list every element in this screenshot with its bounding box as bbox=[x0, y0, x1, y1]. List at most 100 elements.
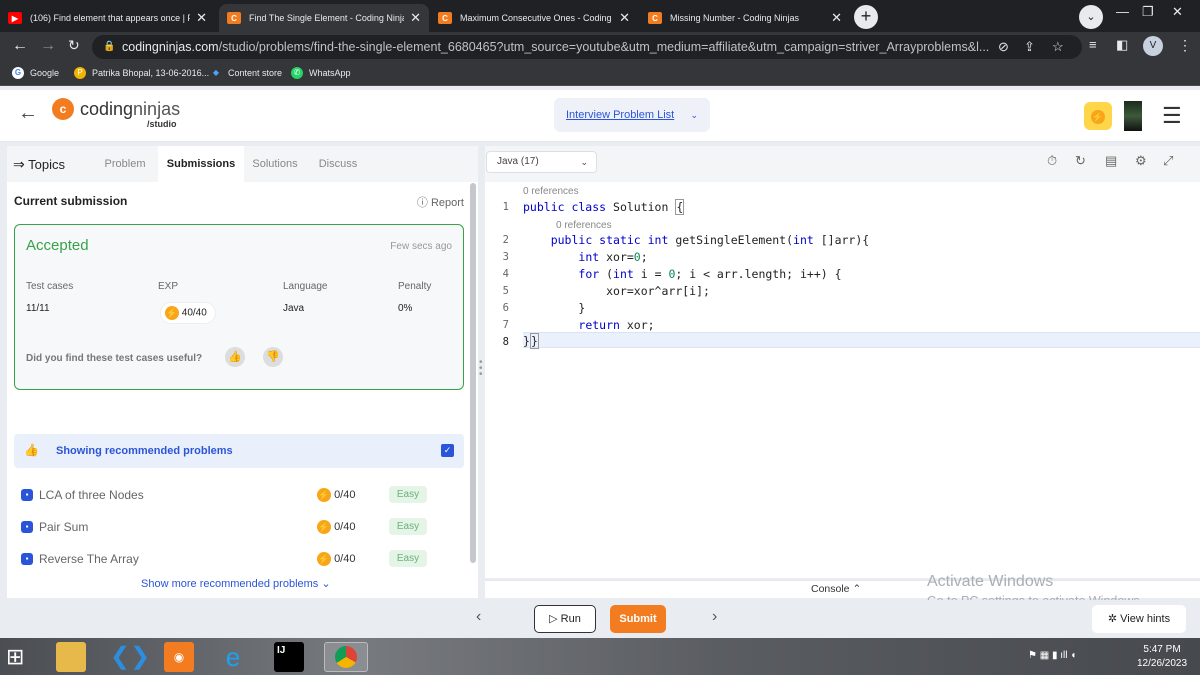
no-tracking-icon[interactable]: ⊘ bbox=[998, 35, 1009, 59]
back-arrow-icon[interactable]: ← bbox=[12, 37, 28, 55]
tab-search-button[interactable]: ⌄ bbox=[1079, 5, 1103, 29]
code-line[interactable]: for (int i = 0; i < arr.length; i++) { bbox=[523, 267, 841, 281]
close-icon[interactable]: ✕ bbox=[619, 10, 630, 26]
new-tab-button[interactable]: + bbox=[854, 5, 878, 29]
thumbs-up-icon[interactable]: 👍 bbox=[225, 347, 245, 367]
address-bar[interactable]: 🔒 codingninjas.com/studio/problems/find-… bbox=[92, 35, 1082, 59]
problem-name[interactable]: Pair Sum bbox=[39, 520, 88, 534]
col-language: Language bbox=[283, 281, 328, 292]
run-button[interactable]: ▷ Run bbox=[534, 605, 596, 633]
tab-submissions[interactable]: Submissions bbox=[158, 146, 244, 182]
layout-icon[interactable]: ▤ bbox=[1105, 153, 1117, 169]
code-line[interactable]: xor=xor^arr[i]; bbox=[523, 284, 710, 298]
tab-problem[interactable]: Problem bbox=[92, 146, 158, 182]
lightning-coin-icon: ⚡ bbox=[1091, 109, 1105, 124]
code-line[interactable]: public class Solution { bbox=[523, 199, 685, 215]
problem-icon: ▪ bbox=[21, 553, 33, 565]
browser-tab[interactable]: C Missing Number - Coding Ninjas ✕ bbox=[640, 4, 850, 32]
windows-start-icon[interactable]: ⊞ bbox=[6, 642, 36, 672]
status-accepted: Accepted bbox=[26, 237, 89, 254]
user-avatar[interactable] bbox=[1124, 101, 1142, 131]
timer-icon[interactable]: ⏱ bbox=[1047, 153, 1057, 169]
fullscreen-icon[interactable]: ⤢ bbox=[1163, 153, 1173, 169]
activate-windows-title: Activate Windows bbox=[927, 573, 1054, 590]
camera-app-icon[interactable]: ◉ bbox=[164, 642, 194, 672]
url-host: codingninjas.com bbox=[122, 40, 219, 54]
code-line[interactable]: }} bbox=[523, 333, 539, 349]
interview-problem-list-dropdown[interactable]: Interview Problem List ⌄ bbox=[554, 98, 710, 132]
codingninjas-logo-icon[interactable]: c bbox=[52, 98, 74, 120]
codelens-references[interactable]: 0 references bbox=[523, 186, 579, 197]
content-store-icon: ◆ bbox=[212, 68, 220, 77]
bookmark-whatsapp[interactable]: ✆ WhatsApp bbox=[291, 67, 351, 79]
view-hints-button[interactable]: ✲ View hints bbox=[1092, 605, 1186, 633]
problem-name[interactable]: LCA of three Nodes bbox=[39, 488, 144, 502]
thumbs-down-icon[interactable]: 👎 bbox=[263, 347, 283, 367]
tab-title: (106) Find element that appears once | F… bbox=[30, 13, 191, 23]
browser-toolbar: ← → ↻ 🔒 codingninjas.com/studio/problems… bbox=[0, 32, 1200, 62]
restore-icon[interactable]: ❐ bbox=[1142, 4, 1154, 20]
close-icon[interactable]: ✕ bbox=[831, 10, 842, 26]
browser-tab-active[interactable]: C Find The Single Element - Coding Ninja… bbox=[219, 4, 429, 32]
bookmark-content-store[interactable]: ◆ Content store bbox=[210, 67, 282, 79]
previous-problem-icon[interactable]: ‹ bbox=[476, 608, 481, 626]
brand-name[interactable]: codingninjas bbox=[80, 99, 180, 120]
topics-button[interactable]: ⇒ Topics bbox=[13, 146, 65, 182]
submit-button[interactable]: Submit bbox=[610, 605, 666, 633]
taskbar-clock[interactable]: 5:47 PM 12/26/2023 bbox=[1137, 643, 1187, 671]
recommended-item[interactable]: ▪ Pair Sum ⚡ 0/40 Easy bbox=[21, 518, 461, 538]
hamburger-menu-icon[interactable]: ☰ bbox=[1162, 103, 1182, 129]
profile-avatar[interactable]: V bbox=[1143, 36, 1163, 56]
left-panel-scrollbar[interactable] bbox=[470, 183, 476, 563]
settings-gear-icon[interactable]: ⚙ bbox=[1135, 153, 1147, 169]
language-value: Java (17) bbox=[497, 156, 539, 167]
tab-discuss[interactable]: Discuss bbox=[308, 146, 368, 182]
browser-tab[interactable]: C Maximum Consecutive Ones - Coding Ninj… bbox=[430, 4, 638, 32]
vscode-icon[interactable]: ❮❯ bbox=[110, 642, 150, 672]
file-explorer-icon[interactable] bbox=[56, 642, 86, 672]
problem-name[interactable]: Reverse The Array bbox=[39, 552, 139, 566]
minimize-icon[interactable]: — bbox=[1116, 4, 1129, 19]
lightning-coin-icon: ⚡ bbox=[165, 306, 179, 320]
show-more-button[interactable]: Show more recommended problems ⌄ bbox=[141, 577, 331, 590]
codelens-references[interactable]: 0 references bbox=[556, 220, 612, 231]
browser-tab[interactable]: ▶ (106) Find element that appears once |… bbox=[0, 4, 215, 32]
console-toggle[interactable]: Console ⌃ bbox=[811, 583, 861, 595]
internet-explorer-icon[interactable]: e bbox=[218, 642, 248, 672]
code-line[interactable]: } bbox=[523, 301, 585, 315]
report-label: Report bbox=[430, 197, 464, 209]
forward-arrow-icon[interactable]: → bbox=[40, 37, 56, 55]
bookmark-patrika[interactable]: P Patrika Bhopal, 13-06-2016... bbox=[74, 67, 209, 79]
close-icon[interactable]: ✕ bbox=[196, 10, 207, 26]
back-arrow-icon[interactable]: ← bbox=[18, 102, 38, 125]
reading-list-icon[interactable]: ≡ bbox=[1089, 37, 1097, 52]
code-line[interactable]: return xor; bbox=[523, 318, 654, 332]
panel-resize-handle-icon[interactable]: • • • bbox=[479, 358, 483, 380]
run-label: Run bbox=[560, 613, 581, 625]
bookmark-star-icon[interactable]: ☆ bbox=[1052, 35, 1064, 59]
close-icon[interactable]: ✕ bbox=[410, 10, 421, 26]
side-panel-icon[interactable]: ◧ bbox=[1116, 37, 1128, 53]
recommended-item[interactable]: ▪ Reverse The Array ⚡ 0/40 Easy bbox=[21, 550, 461, 570]
report-button[interactable]: ⓘ Report bbox=[417, 194, 464, 210]
chrome-taskbar-icon[interactable] bbox=[324, 642, 368, 672]
coins-button[interactable]: ⚡ bbox=[1084, 102, 1112, 130]
tab-solutions[interactable]: Solutions bbox=[244, 146, 306, 182]
system-tray-icons[interactable]: ⚑ ▦ ▮ ıll ◖ bbox=[1028, 650, 1076, 661]
window-close-icon[interactable]: ✕ bbox=[1172, 4, 1183, 20]
code-line[interactable]: int xor=0; bbox=[523, 250, 647, 264]
recommended-checkbox[interactable]: ✓ bbox=[441, 444, 454, 457]
language-select[interactable]: Java (17) ⌄ bbox=[486, 151, 597, 173]
reset-code-icon[interactable]: ↻ bbox=[1075, 153, 1086, 169]
recommended-item[interactable]: ▪ LCA of three Nodes ⚡ 0/40 Easy bbox=[21, 486, 461, 506]
bookmark-google[interactable]: G Google bbox=[12, 67, 59, 79]
share-icon[interactable]: ⇪ bbox=[1024, 35, 1035, 59]
topics-label: Topics bbox=[28, 157, 65, 172]
reload-icon[interactable]: ↻ bbox=[68, 37, 80, 54]
line-number: 1 bbox=[502, 201, 509, 213]
code-line[interactable]: public static int getSingleElement(int [… bbox=[523, 233, 870, 247]
intellij-icon[interactable]: IJ bbox=[274, 642, 304, 672]
url-path: /studio/problems/find-the-single-element… bbox=[218, 40, 990, 54]
menu-kebab-icon[interactable]: ⋮ bbox=[1178, 37, 1192, 54]
next-problem-icon[interactable]: › bbox=[712, 608, 717, 626]
